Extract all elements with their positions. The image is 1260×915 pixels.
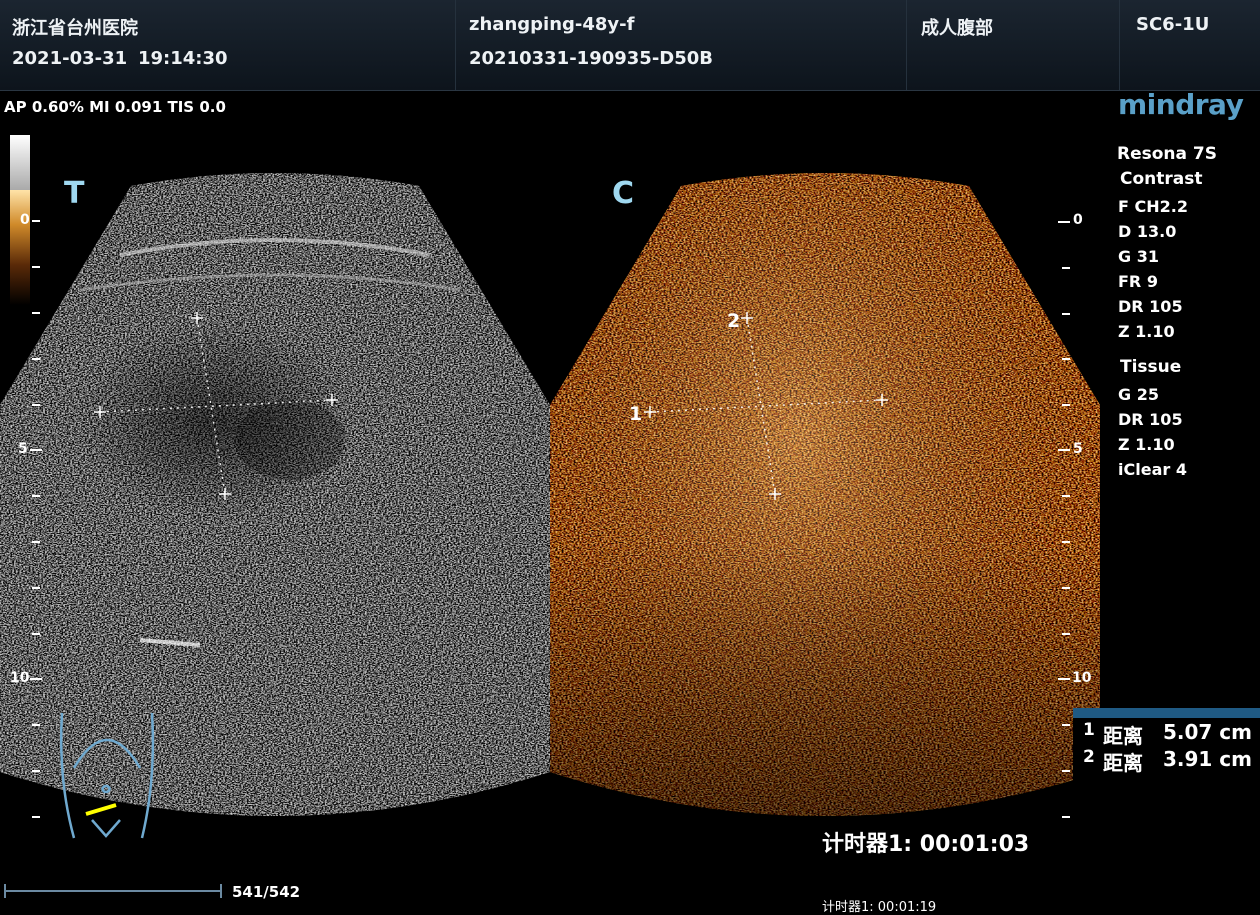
cine-scrollbar[interactable]	[4, 890, 222, 892]
measurement-index: 2	[1083, 747, 1095, 767]
measurement-label: 距离	[1103, 724, 1143, 748]
tissue-dynamic-range: DR 105	[1118, 410, 1183, 429]
left-depth-10-label: 10	[10, 670, 30, 686]
tissue-panel-label: T	[64, 176, 85, 211]
colorbar-zero-label: 0	[20, 212, 30, 228]
measurement-row[interactable]: 1 距离 5.07 cm	[1073, 720, 1260, 748]
measurement-results-panel: 1 距离 5.07 cm 2 距离 3.91 cm	[1073, 708, 1260, 788]
tissue-section-label: Tissue	[1120, 357, 1182, 377]
param-zoom: Z 1.10	[1118, 322, 1175, 341]
contrast-map-bar	[10, 190, 30, 305]
param-gain: G 31	[1118, 247, 1159, 266]
frame-counter: 541/542	[232, 883, 301, 901]
right-depth-10-label: 10	[1072, 670, 1092, 686]
contrast-panel	[550, 173, 1100, 816]
contrast-panel-label: C	[612, 176, 635, 211]
measurement-row[interactable]: 2 距离 3.91 cm	[1073, 747, 1260, 775]
param-depth: D 13.0	[1118, 222, 1177, 241]
right-depth-0-label: 0	[1073, 212, 1083, 228]
imaging-mode: Contrast	[1120, 169, 1203, 189]
secondary-timer: 计时器1: 00:01:19	[822, 900, 937, 915]
right-depth-5-label: 5	[1073, 441, 1083, 457]
param-frequency: F CH2.2	[1118, 197, 1188, 216]
param-frame-rate: FR 9	[1118, 272, 1158, 291]
ultrasound-image	[0, 173, 1100, 839]
measurement-value: 5.07 cm	[1162, 720, 1252, 744]
cine-start-handle[interactable]	[4, 884, 6, 898]
cine-end-handle[interactable]	[220, 884, 222, 898]
param-dynamic-range: DR 105	[1118, 297, 1183, 316]
contrast-timer: 计时器1: 00:01:03	[822, 832, 1030, 857]
measurement-label: 距离	[1103, 751, 1143, 775]
left-depth-5-label: 5	[18, 441, 28, 457]
tissue-gain: G 25	[1118, 385, 1159, 404]
caliper-1-label: 1	[629, 403, 643, 425]
measurement-value: 3.91 cm	[1162, 747, 1252, 771]
tissue-iclear: iClear 4	[1118, 460, 1187, 479]
measurement-index: 1	[1083, 720, 1095, 740]
tissue-zoom: Z 1.10	[1118, 435, 1175, 454]
system-model: Resona 7S	[1117, 144, 1217, 164]
tissue-panel	[0, 173, 550, 816]
caliper-2-label: 2	[727, 310, 741, 332]
